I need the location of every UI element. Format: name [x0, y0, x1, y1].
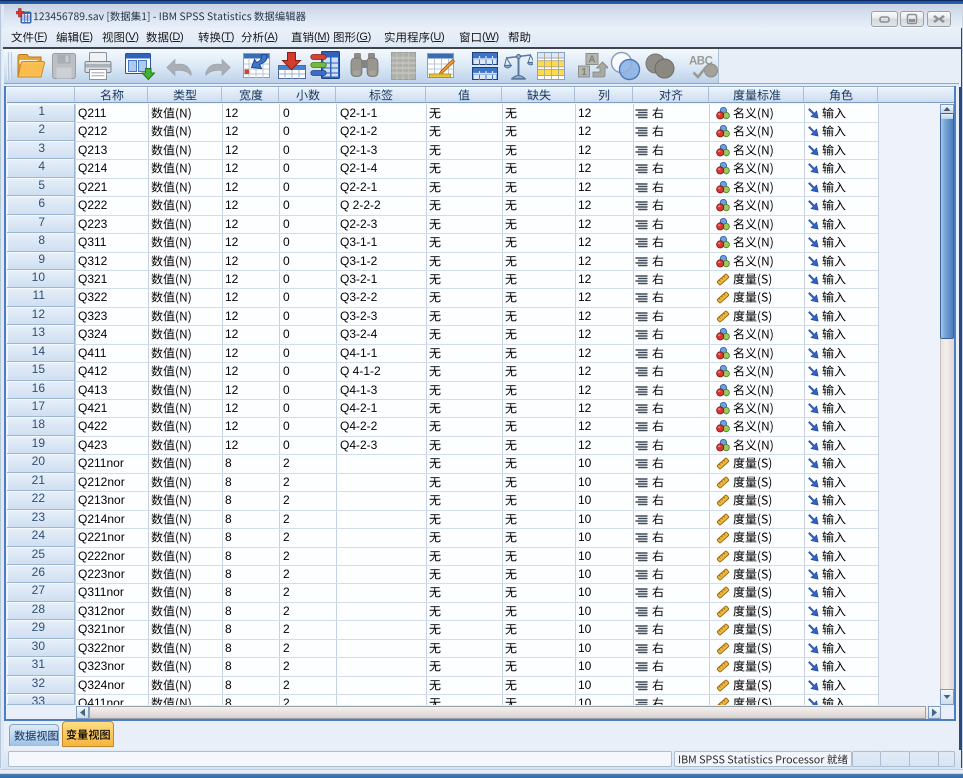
svg-text:A: A [588, 55, 595, 66]
svg-text:1: 1 [581, 67, 587, 78]
